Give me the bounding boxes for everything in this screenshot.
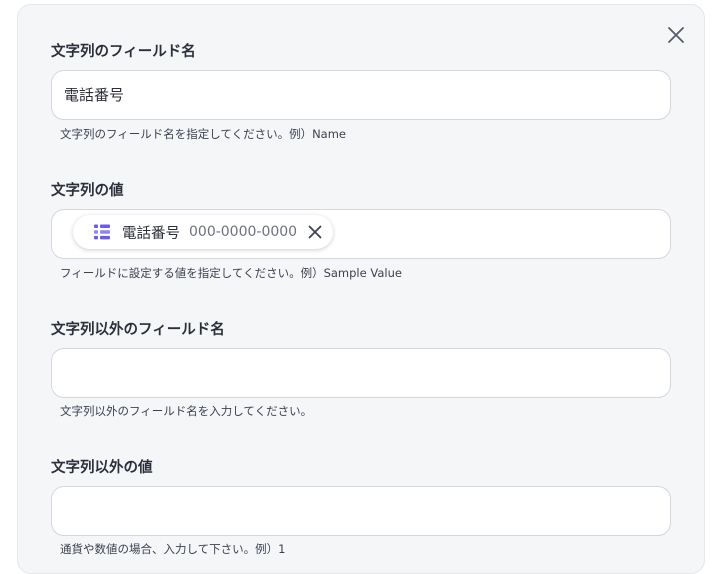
- close-icon[interactable]: [665, 24, 687, 46]
- string-field-name-input[interactable]: 電話番号: [51, 70, 671, 120]
- string-value-hint: フィールドに設定する値を指定してください。例）Sample Value: [60, 266, 402, 280]
- non-string-value-label: 文字列以外の値: [51, 460, 153, 476]
- remove-icon[interactable]: [307, 224, 323, 240]
- chip-sample-value: 000-0000-0000: [189, 224, 298, 240]
- non-string-value-hint: 通貨や数値の場合、入力して下さい。例）1: [60, 542, 286, 556]
- variable-chip[interactable]: 電話番号 000-0000-0000: [73, 215, 334, 249]
- chip-variable-name: 電話番号: [122, 225, 180, 242]
- string-field-name-hint: 文字列のフィールド名を指定してください。例）Name: [60, 127, 347, 141]
- non-string-field-name-hint: 文字列以外のフィールド名を入力してください。: [60, 404, 313, 418]
- string-field-name-value: 電話番号: [64, 86, 125, 104]
- data-block-icon: [94, 224, 110, 240]
- non-string-value-input[interactable]: [51, 486, 671, 536]
- string-value-input[interactable]: 電話番号 000-0000-0000: [51, 209, 671, 259]
- string-value-label: 文字列の値: [51, 183, 124, 199]
- non-string-field-name-label: 文字列以外のフィールド名: [51, 322, 225, 338]
- string-field-name-label: 文字列のフィールド名: [51, 44, 196, 60]
- non-string-field-name-input[interactable]: [51, 348, 671, 398]
